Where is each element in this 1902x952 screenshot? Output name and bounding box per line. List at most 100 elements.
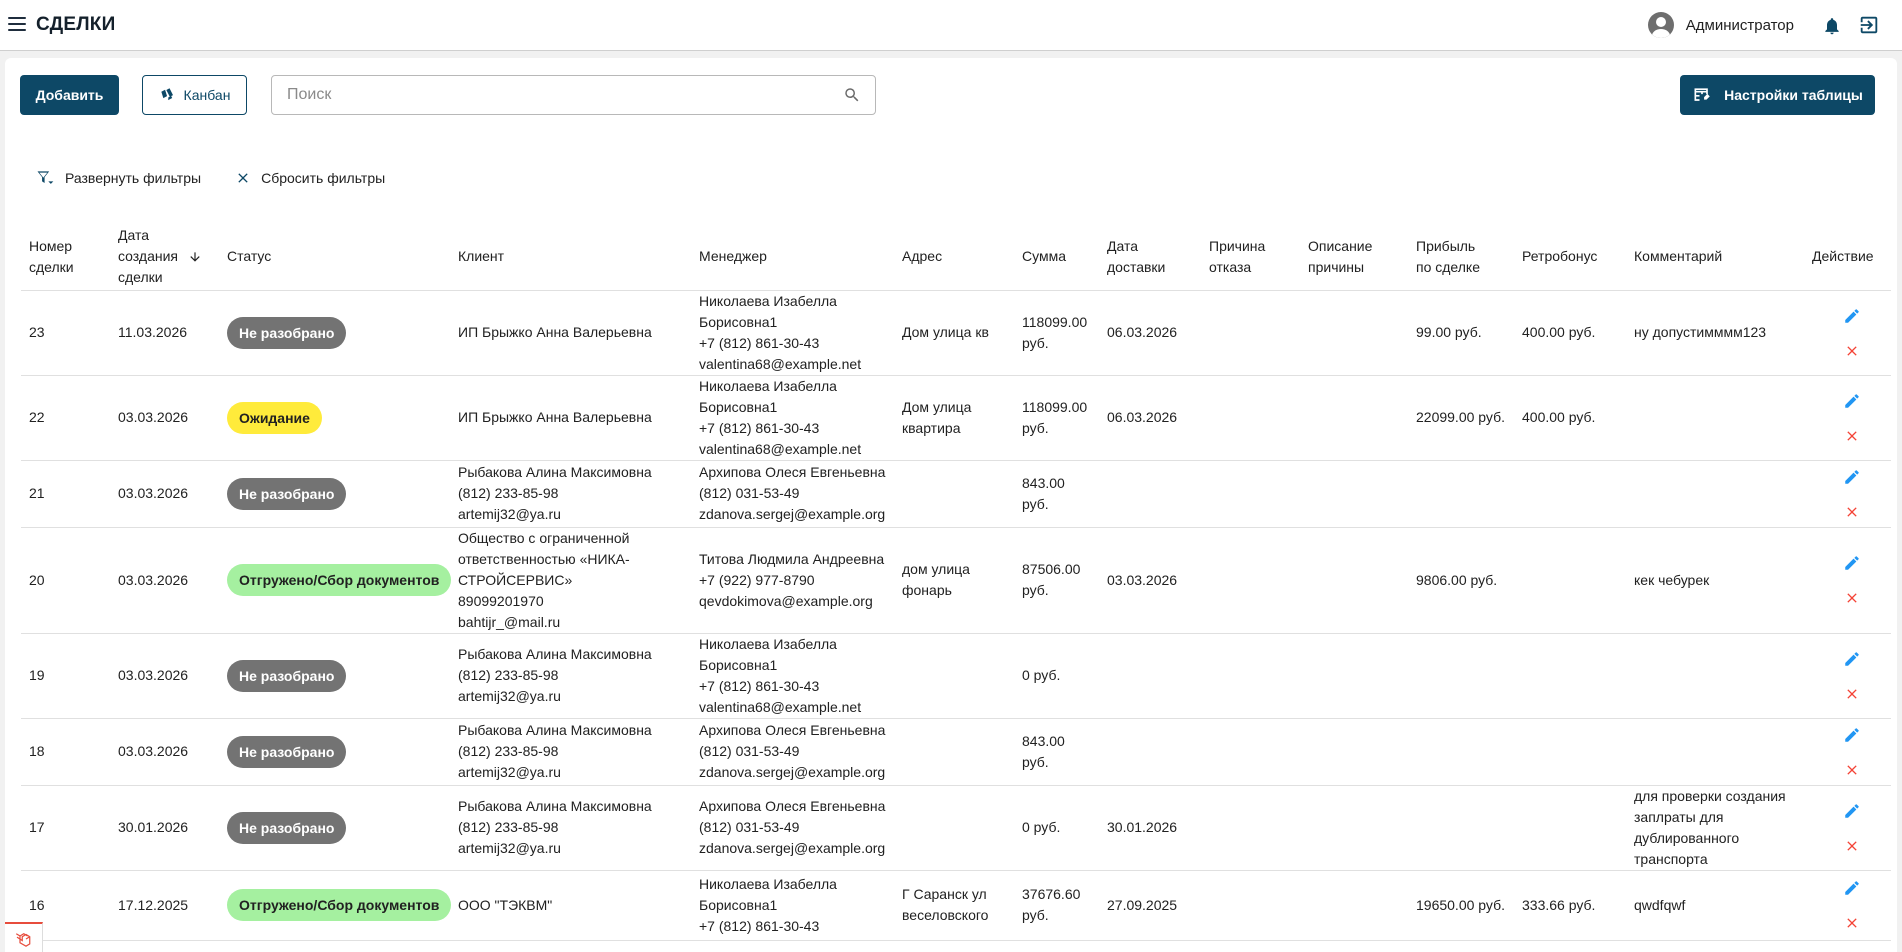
cell-sum-line: 0 руб. bbox=[1022, 667, 1061, 683]
edit-pencil-icon[interactable] bbox=[1843, 650, 1861, 668]
bell-icon[interactable] bbox=[1822, 15, 1842, 37]
col-retrobonus[interactable]: Ретробонус bbox=[1514, 224, 1626, 291]
cell-reason bbox=[1201, 375, 1300, 461]
col-created[interactable]: Дата создания сделки bbox=[110, 224, 219, 291]
cell-manager-line: Борисовна1 bbox=[699, 313, 778, 330]
table-row[interactable]: 21 03.03.2026 Не разобрано Рыбакова Алина М… bbox=[21, 460, 1891, 528]
cell-client: Рыбакова Алина Максимовна (812) 233-85-98… bbox=[450, 460, 691, 528]
delete-x-icon[interactable] bbox=[1844, 915, 1860, 931]
delete-x-icon[interactable] bbox=[1844, 838, 1860, 854]
cell-sum: 0 руб. bbox=[1014, 633, 1099, 719]
col-client[interactable]: Клиент bbox=[450, 224, 691, 291]
user-menu[interactable]: Администратор bbox=[1647, 12, 1794, 38]
edit-pencil-icon[interactable] bbox=[1843, 554, 1861, 572]
search-input[interactable] bbox=[272, 76, 832, 114]
cell-profit bbox=[1408, 460, 1514, 528]
cell-manager-line: Николаева Изабелла bbox=[699, 292, 837, 309]
cell-status: Ожидание bbox=[219, 375, 450, 461]
edit-pencil-icon[interactable] bbox=[1843, 726, 1861, 744]
delete-x-icon[interactable] bbox=[1844, 686, 1860, 702]
col-number[interactable]: Номер сделки bbox=[21, 224, 110, 291]
cell-sum-line: руб. bbox=[1022, 495, 1049, 512]
cell-created: 03.03.2026 bbox=[110, 460, 219, 528]
row-actions bbox=[1812, 468, 1891, 520]
edit-pencil-icon[interactable] bbox=[1843, 307, 1861, 325]
table-row[interactable]: 16 17.12.2025 Отгружено/Сбор документов ООО… bbox=[21, 870, 1891, 941]
col-comment[interactable]: Комментарий bbox=[1626, 224, 1804, 291]
cell-manager-line: +7 (812) 861-30-43 bbox=[699, 677, 820, 694]
table-row[interactable]: 18 03.03.2026 Не разобрано Рыбакова Алина М… bbox=[21, 718, 1891, 786]
col-reason-desc[interactable]: Описание причины bbox=[1300, 224, 1408, 291]
status-badge[interactable]: Отгружено/Сбор документов bbox=[227, 889, 452, 921]
add-button[interactable]: Добавить bbox=[20, 75, 119, 115]
col-reason[interactable]: Причина отказа bbox=[1201, 224, 1300, 291]
table-row[interactable]: 23 11.03.2026 Не разобрано ИП Брыжко Анна В… bbox=[21, 290, 1891, 376]
col-status[interactable]: Статус bbox=[219, 224, 450, 291]
table-row[interactable]: 22 03.03.2026 Ожидание ИП Брыжко Анна Валер… bbox=[21, 375, 1891, 461]
cell-created: 03.03.2026 bbox=[110, 718, 219, 786]
table-row[interactable]: 19 03.03.2026 Не разобрано Рыбакова Алина М… bbox=[21, 633, 1891, 719]
cell-comment: ну допустимммм123 bbox=[1626, 290, 1804, 376]
cell-delivery bbox=[1099, 460, 1201, 528]
edit-pencil-icon[interactable] bbox=[1843, 879, 1861, 897]
cell-address bbox=[894, 718, 1014, 786]
delete-x-icon[interactable] bbox=[1844, 428, 1860, 444]
cell-client: ИП Брыжко Анна Валерьевна bbox=[450, 290, 691, 376]
status-badge[interactable]: Ожидание bbox=[227, 401, 322, 434]
edit-pencil-icon[interactable] bbox=[1843, 392, 1861, 410]
row-actions bbox=[1812, 650, 1891, 702]
cell-sum-line: руб. bbox=[1022, 907, 1049, 923]
cell-reason-desc bbox=[1300, 375, 1408, 461]
cell-address: дом улица фонарь bbox=[894, 527, 1014, 634]
cell-manager-line: +7 (922) 977-8790 bbox=[699, 571, 815, 588]
cell-address-line: фонарь bbox=[902, 582, 952, 598]
status-badge[interactable]: Не разобрано bbox=[227, 735, 347, 768]
cell-sum: 37676.60 руб. bbox=[1014, 870, 1099, 941]
table-row[interactable]: 17 30.01.2026 Не разобрано Рыбакова Алина М… bbox=[21, 785, 1891, 871]
table-settings-button[interactable]: Настройки таблицы bbox=[1680, 75, 1875, 115]
delete-x-icon[interactable] bbox=[1844, 590, 1860, 606]
logout-icon[interactable] bbox=[1858, 14, 1880, 36]
col-delivery[interactable]: Дата доставки bbox=[1099, 224, 1201, 291]
debugbar-badge[interactable] bbox=[5, 922, 43, 952]
delete-x-icon[interactable] bbox=[1844, 343, 1860, 359]
sort-arrow-down-icon[interactable] bbox=[188, 250, 202, 264]
cell-reason bbox=[1201, 460, 1300, 528]
cell-comment: для проверки создания заплраты для дублиро… bbox=[1626, 785, 1804, 871]
col-profit[interactable]: Прибыль по сделке bbox=[1408, 224, 1514, 291]
cell-action bbox=[1804, 785, 1891, 871]
col-address[interactable]: Адрес bbox=[894, 224, 1014, 291]
cell-sum-line: 0 руб. bbox=[1022, 819, 1061, 835]
col-manager[interactable]: Менеджер bbox=[691, 224, 894, 291]
cell-manager-line: Борисовна1 bbox=[699, 896, 778, 913]
status-badge[interactable]: Не разобрано bbox=[227, 659, 347, 692]
cell-created: 17.12.2025 bbox=[110, 870, 219, 941]
cell-reason bbox=[1201, 290, 1300, 376]
reset-filters-button[interactable]: Сбросить фильтры bbox=[235, 170, 385, 186]
status-badge[interactable]: Отгружено/Сбор документов bbox=[227, 564, 452, 596]
kanban-button[interactable]: Канбан bbox=[142, 75, 247, 115]
edit-pencil-icon[interactable] bbox=[1843, 802, 1861, 820]
cell-client: ООО "ТЭКВМ" bbox=[450, 870, 691, 941]
edit-pencil-icon[interactable] bbox=[1843, 468, 1861, 486]
cell-address-line: квартира bbox=[902, 419, 961, 436]
search-icon[interactable] bbox=[843, 86, 861, 104]
expand-filters-button[interactable]: Развернуть фильтры bbox=[35, 168, 201, 188]
status-badge[interactable]: Не разобрано bbox=[227, 811, 347, 844]
cell-address-line: Г Саранск ул bbox=[902, 886, 987, 902]
col-sum[interactable]: Сумма bbox=[1014, 224, 1099, 291]
cell-sum-line: 118099.00 bbox=[1022, 398, 1088, 415]
cell-delivery: 27.09.2025 bbox=[1099, 870, 1201, 941]
status-badge[interactable]: Не разобрано bbox=[227, 477, 347, 510]
delete-x-icon[interactable] bbox=[1844, 762, 1860, 778]
delete-x-icon[interactable] bbox=[1844, 504, 1860, 520]
menu-icon[interactable] bbox=[8, 17, 26, 33]
cell-created: 03.03.2026 bbox=[110, 633, 219, 719]
status-badge[interactable]: Не разобрано bbox=[227, 316, 347, 349]
cell-reason bbox=[1201, 718, 1300, 786]
table-row[interactable]: 20 03.03.2026 Отгружено/Сбор документов Общ… bbox=[21, 527, 1891, 634]
cell-retrobonus bbox=[1514, 785, 1626, 871]
settings-label: Настройки таблицы bbox=[1724, 87, 1863, 103]
avatar-icon bbox=[1647, 12, 1674, 38]
cell-address-line: веселовского bbox=[902, 907, 989, 923]
